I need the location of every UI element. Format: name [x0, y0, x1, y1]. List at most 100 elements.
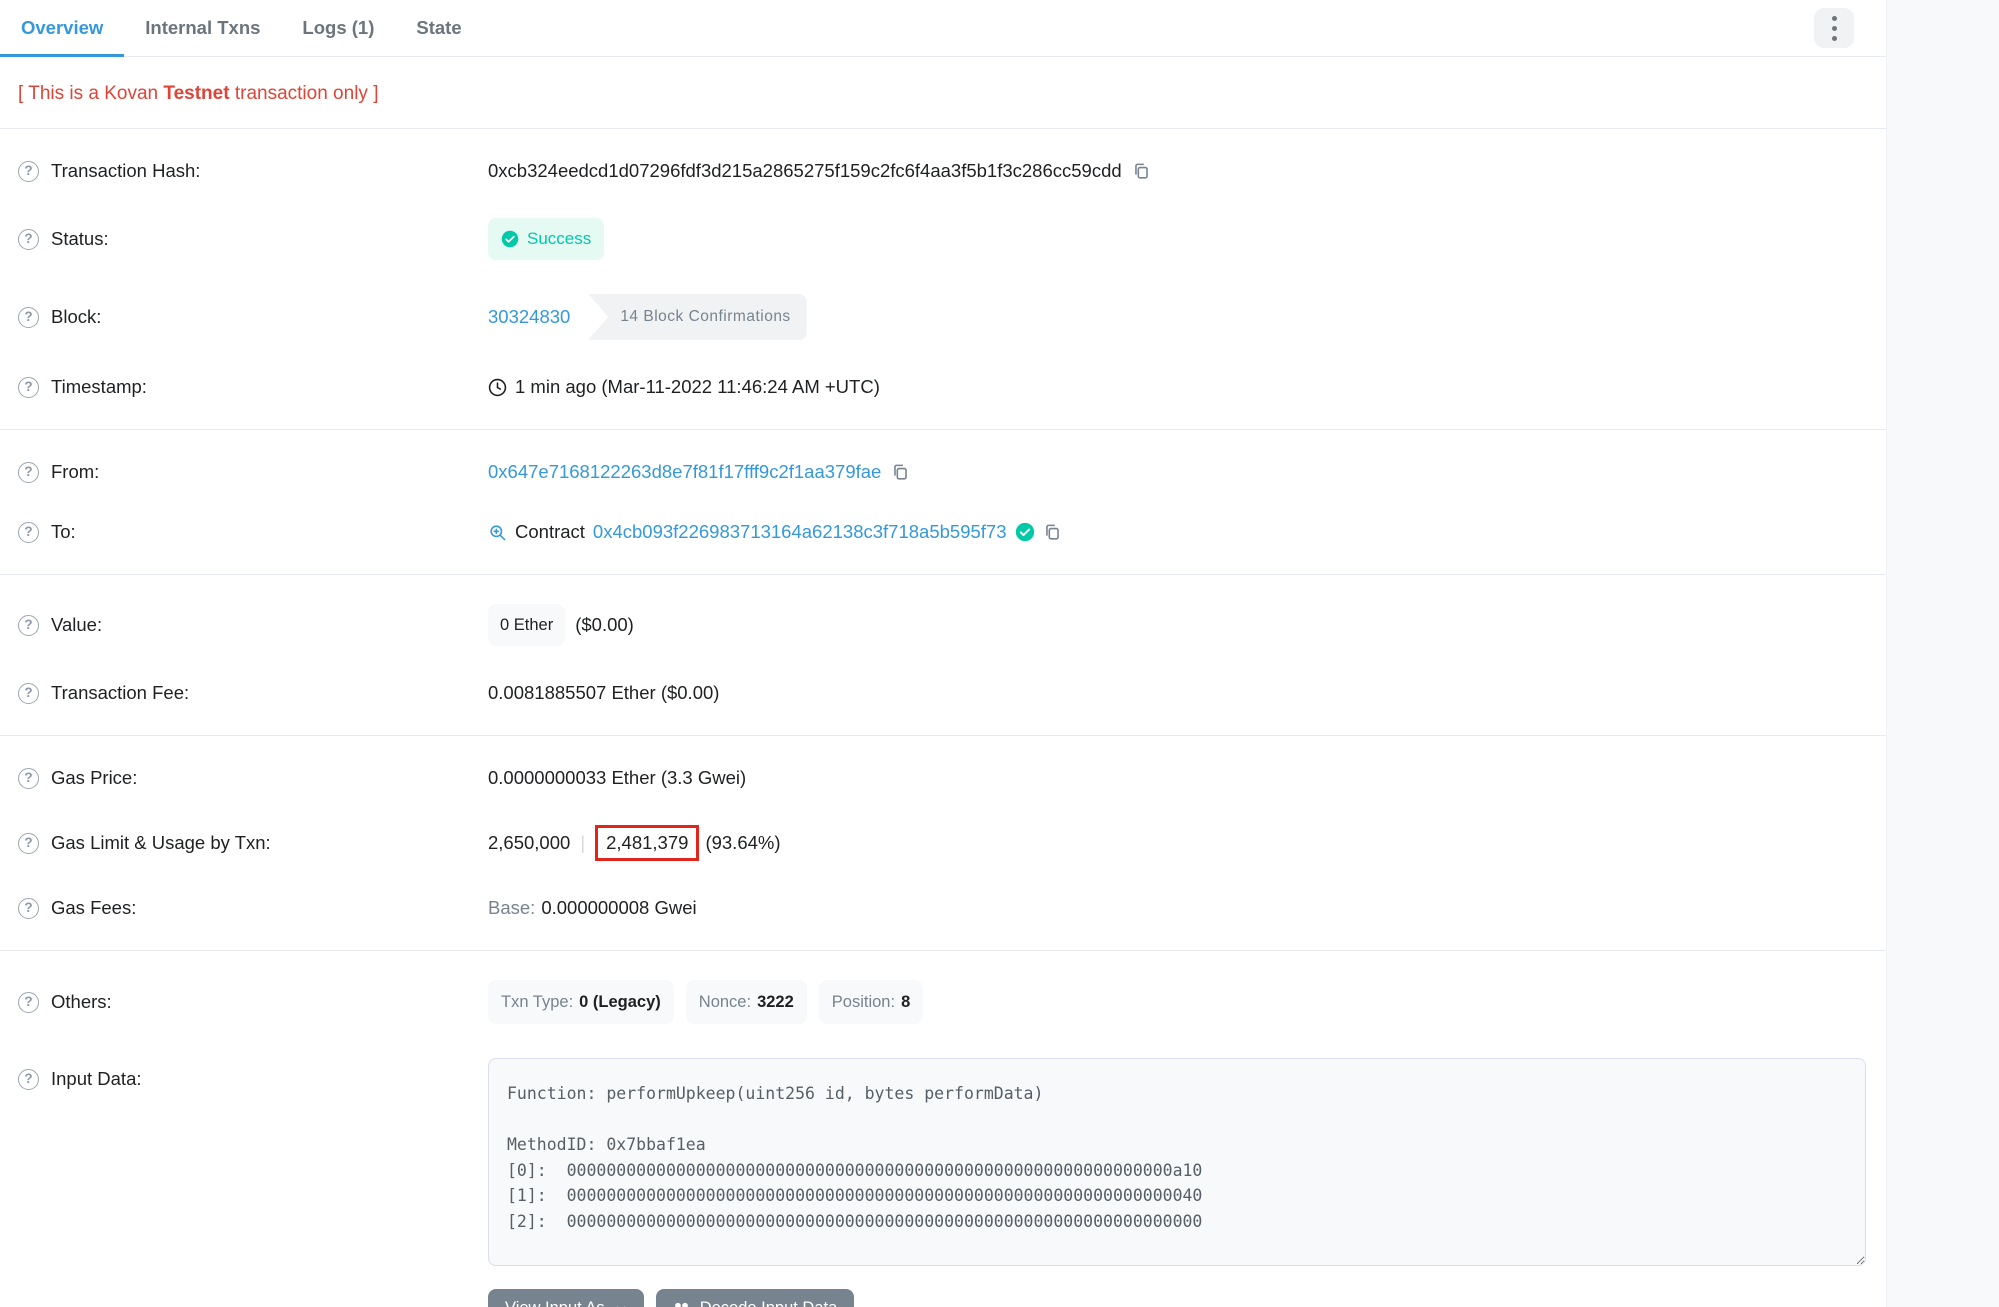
kebab-menu-button[interactable] [1814, 8, 1854, 48]
tab-state[interactable]: State [395, 0, 482, 56]
to-address-link[interactable]: 0x4cb093f226983713164a62138c3f718a5b595f… [593, 519, 1007, 545]
row-timestamp: ? Timestamp: 1 min ago (Mar-11-2022 11:4… [0, 357, 1886, 417]
copy-icon[interactable] [891, 463, 910, 482]
help-icon[interactable]: ? [18, 615, 39, 636]
status-badge: Success [488, 218, 604, 260]
gas-price-label: Gas Price: [51, 765, 137, 791]
transaction-card: Overview Internal Txns Logs (1) State [ … [0, 0, 1886, 1307]
section-others-input: ? Others: Txn Type: 0 (Legacy) Nonce: 32… [0, 950, 1886, 1307]
decode-input-data-label: Decode Input Data [700, 1299, 838, 1307]
help-icon[interactable]: ? [18, 992, 39, 1013]
help-icon[interactable]: ? [18, 898, 39, 919]
others-label: Others: [51, 989, 112, 1015]
row-label: ? Block: [18, 304, 488, 330]
page-right-gutter [1886, 0, 1999, 1307]
section-value: ? Value: 0 Ether ($0.00) ? Transaction F… [0, 574, 1886, 735]
gas-used-value: 2,481,379 [606, 832, 688, 853]
block-number-link[interactable]: 30324830 [488, 304, 570, 330]
row-gas-price: ? Gas Price: 0.0000000033 Ether (3.3 Gwe… [0, 748, 1886, 808]
timestamp-label: Timestamp: [51, 374, 147, 400]
help-icon[interactable]: ? [18, 377, 39, 398]
gas-fees-base-value: 0.000000008 Gwei [541, 895, 696, 921]
row-status: ? Status: Success [0, 201, 1886, 277]
magnifier-icon[interactable] [488, 523, 507, 542]
position-badge: Position: 8 [819, 980, 923, 1024]
decode-icon [673, 1300, 690, 1307]
gas-separator: | [580, 830, 585, 856]
row-gas-limit-usage: ? Gas Limit & Usage by Txn: 2,650,000 | … [0, 808, 1886, 878]
status-text: Success [527, 226, 591, 252]
view-input-as-button[interactable]: View Input As [488, 1289, 644, 1307]
row-label: ? To: [18, 519, 488, 545]
nonce-badge: Nonce: 3222 [686, 980, 807, 1024]
help-icon[interactable]: ? [18, 462, 39, 483]
gas-used-annotation-box: 2,481,379 [595, 825, 699, 861]
gas-price-value: 0.0000000033 Ether (3.3 Gwei) [488, 765, 746, 791]
view-input-as-label: View Input As [505, 1299, 605, 1307]
help-icon[interactable]: ? [18, 307, 39, 328]
row-block: ? Block: 30324830 14 Block Confirmations [0, 277, 1886, 357]
block-confirmations-badge: 14 Block Confirmations [588, 294, 806, 340]
row-transaction-fee: ? Transaction Fee: 0.0081885507 Ether ($… [0, 663, 1886, 723]
help-icon[interactable]: ? [18, 161, 39, 182]
row-label: ? Gas Limit & Usage by Txn: [18, 830, 488, 856]
row-from: ? From: 0x647e7168122263d8e7f81f17fff9c2… [0, 442, 1886, 502]
help-icon[interactable]: ? [18, 1069, 39, 1090]
from-label: From: [51, 459, 99, 485]
to-label: To: [51, 519, 76, 545]
txn-type-value: 0 (Legacy) [579, 989, 661, 1015]
section-summary: ? Transaction Hash: 0xcb324eedcd1d07296f… [0, 128, 1886, 429]
row-others: ? Others: Txn Type: 0 (Legacy) Nonce: 32… [0, 963, 1886, 1041]
warning-suffix: transaction only ] [230, 83, 379, 104]
ether-value-badge: 0 Ether [488, 604, 565, 646]
row-to: ? To: Contract 0x4cb093f226983713164a621… [0, 502, 1886, 562]
input-data-label: Input Data: [51, 1066, 142, 1092]
usd-value: ($0.00) [575, 612, 634, 638]
nonce-label: Nonce: [699, 989, 751, 1015]
row-label: ? Transaction Fee: [18, 680, 488, 706]
input-data-textarea[interactable]: Function: performUpkeep(uint256 id, byte… [488, 1058, 1866, 1266]
from-address-link[interactable]: 0x647e7168122263d8e7f81f17fff9c2f1aa379f… [488, 459, 881, 485]
decode-input-data-button[interactable]: Decode Input Data [656, 1289, 855, 1307]
help-icon[interactable]: ? [18, 229, 39, 250]
row-input-data: ? Input Data: Function: performUpkeep(ui… [0, 1041, 1886, 1307]
help-icon[interactable]: ? [18, 833, 39, 854]
position-value: 8 [901, 989, 910, 1015]
tab-internal-txns[interactable]: Internal Txns [124, 0, 281, 56]
status-label: Status: [51, 226, 109, 252]
nonce-value: 3222 [757, 989, 794, 1015]
help-icon[interactable]: ? [18, 683, 39, 704]
transaction-hash-label: Transaction Hash: [51, 158, 200, 184]
kebab-icon [1832, 13, 1837, 43]
tab-bar: Overview Internal Txns Logs (1) State [0, 0, 1886, 57]
tab-overview[interactable]: Overview [0, 0, 124, 56]
row-label: ? Value: [18, 612, 488, 638]
gas-limit-value: 2,650,000 [488, 830, 570, 856]
section-addresses: ? From: 0x647e7168122263d8e7f81f17fff9c2… [0, 429, 1886, 574]
block-label: Block: [51, 304, 101, 330]
testnet-warning: [ This is a Kovan Testnet transaction on… [0, 57, 1886, 128]
row-label: ? Status: [18, 226, 488, 252]
row-transaction-hash: ? Transaction Hash: 0xcb324eedcd1d07296f… [0, 141, 1886, 201]
txn-type-label: Txn Type: [501, 989, 573, 1015]
warning-bold: Testnet [163, 83, 229, 104]
transaction-hash-value: 0xcb324eedcd1d07296fdf3d215a2865275f159c… [488, 158, 1122, 184]
row-gas-fees: ? Gas Fees: Base: 0.000000008 Gwei [0, 878, 1886, 938]
verified-check-icon [1015, 522, 1035, 542]
tab-logs[interactable]: Logs (1) [281, 0, 395, 56]
caret-down-icon [615, 1303, 627, 1307]
row-value: ? Value: 0 Ether ($0.00) [0, 587, 1886, 663]
copy-icon[interactable] [1132, 162, 1151, 181]
copy-icon[interactable] [1043, 523, 1062, 542]
row-label: ? From: [18, 459, 488, 485]
row-label: ? Gas Price: [18, 765, 488, 791]
position-label: Position: [832, 989, 895, 1015]
gas-limit-label: Gas Limit & Usage by Txn: [51, 830, 271, 856]
check-circle-icon [501, 230, 519, 248]
row-label: ? Transaction Hash: [18, 158, 488, 184]
help-icon[interactable]: ? [18, 522, 39, 543]
help-icon[interactable]: ? [18, 768, 39, 789]
row-label: ? Input Data: [18, 1058, 488, 1092]
gas-fees-base-label: Base: [488, 895, 535, 921]
row-label: ? Timestamp: [18, 374, 488, 400]
